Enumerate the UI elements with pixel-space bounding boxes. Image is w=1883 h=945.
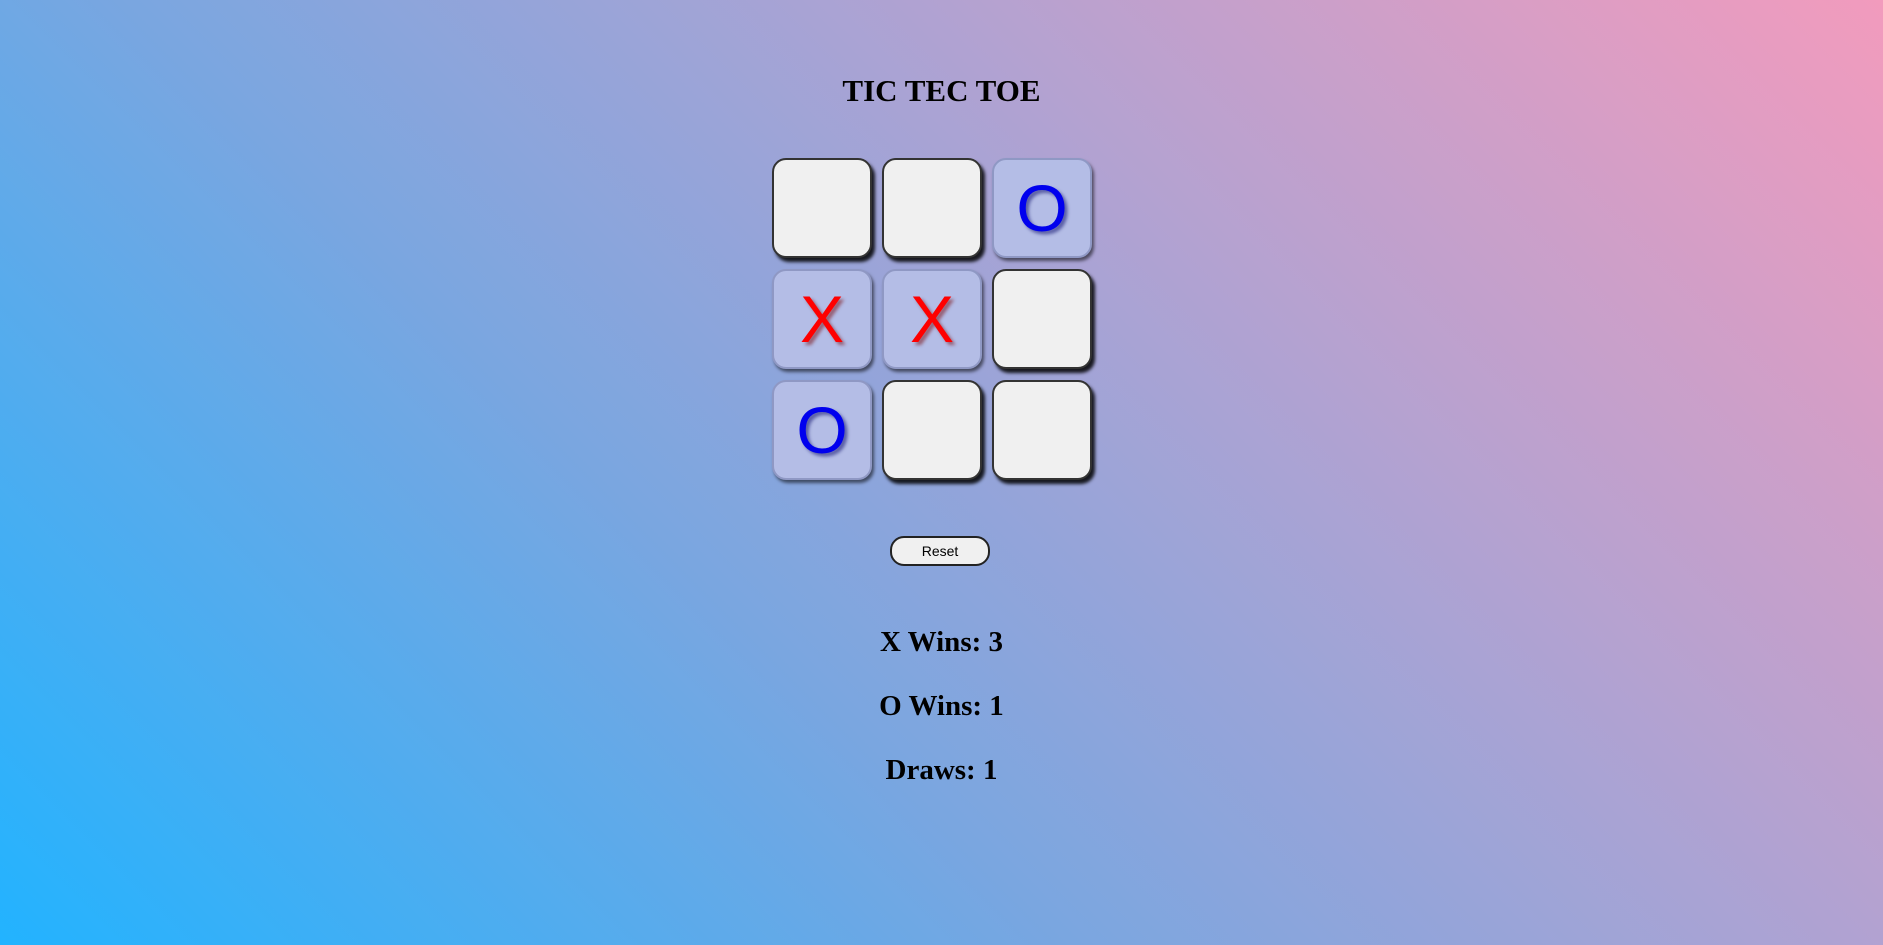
board-cell-5[interactable]: X: [882, 269, 982, 369]
board-cell-8[interactable]: [882, 380, 982, 480]
board-cell-4[interactable]: X: [772, 269, 872, 369]
game-board: O X X O: [772, 158, 1094, 482]
x-wins-score: X Wins: 3: [879, 626, 1004, 658]
board-cell-7[interactable]: O: [772, 380, 872, 480]
board-cell-3[interactable]: O: [992, 158, 1092, 258]
cell-mark: O: [1016, 171, 1068, 245]
cell-mark: O: [796, 393, 848, 467]
o-wins-score: O Wins: 1: [879, 690, 1004, 722]
board-cell-1[interactable]: [772, 158, 872, 258]
cell-mark: X: [799, 282, 845, 356]
board-cell-9[interactable]: [992, 380, 1092, 480]
draws-score: Draws: 1: [885, 754, 998, 786]
game-page: TIC TEC TOE O X X O Reset X Wins: 3 O Wi…: [0, 0, 1883, 945]
page-title: TIC TEC TOE: [842, 73, 1041, 108]
board-cell-6[interactable]: [992, 269, 1092, 369]
cell-mark: X: [909, 282, 955, 356]
reset-button[interactable]: Reset: [890, 536, 990, 566]
board-cell-2[interactable]: [882, 158, 982, 258]
